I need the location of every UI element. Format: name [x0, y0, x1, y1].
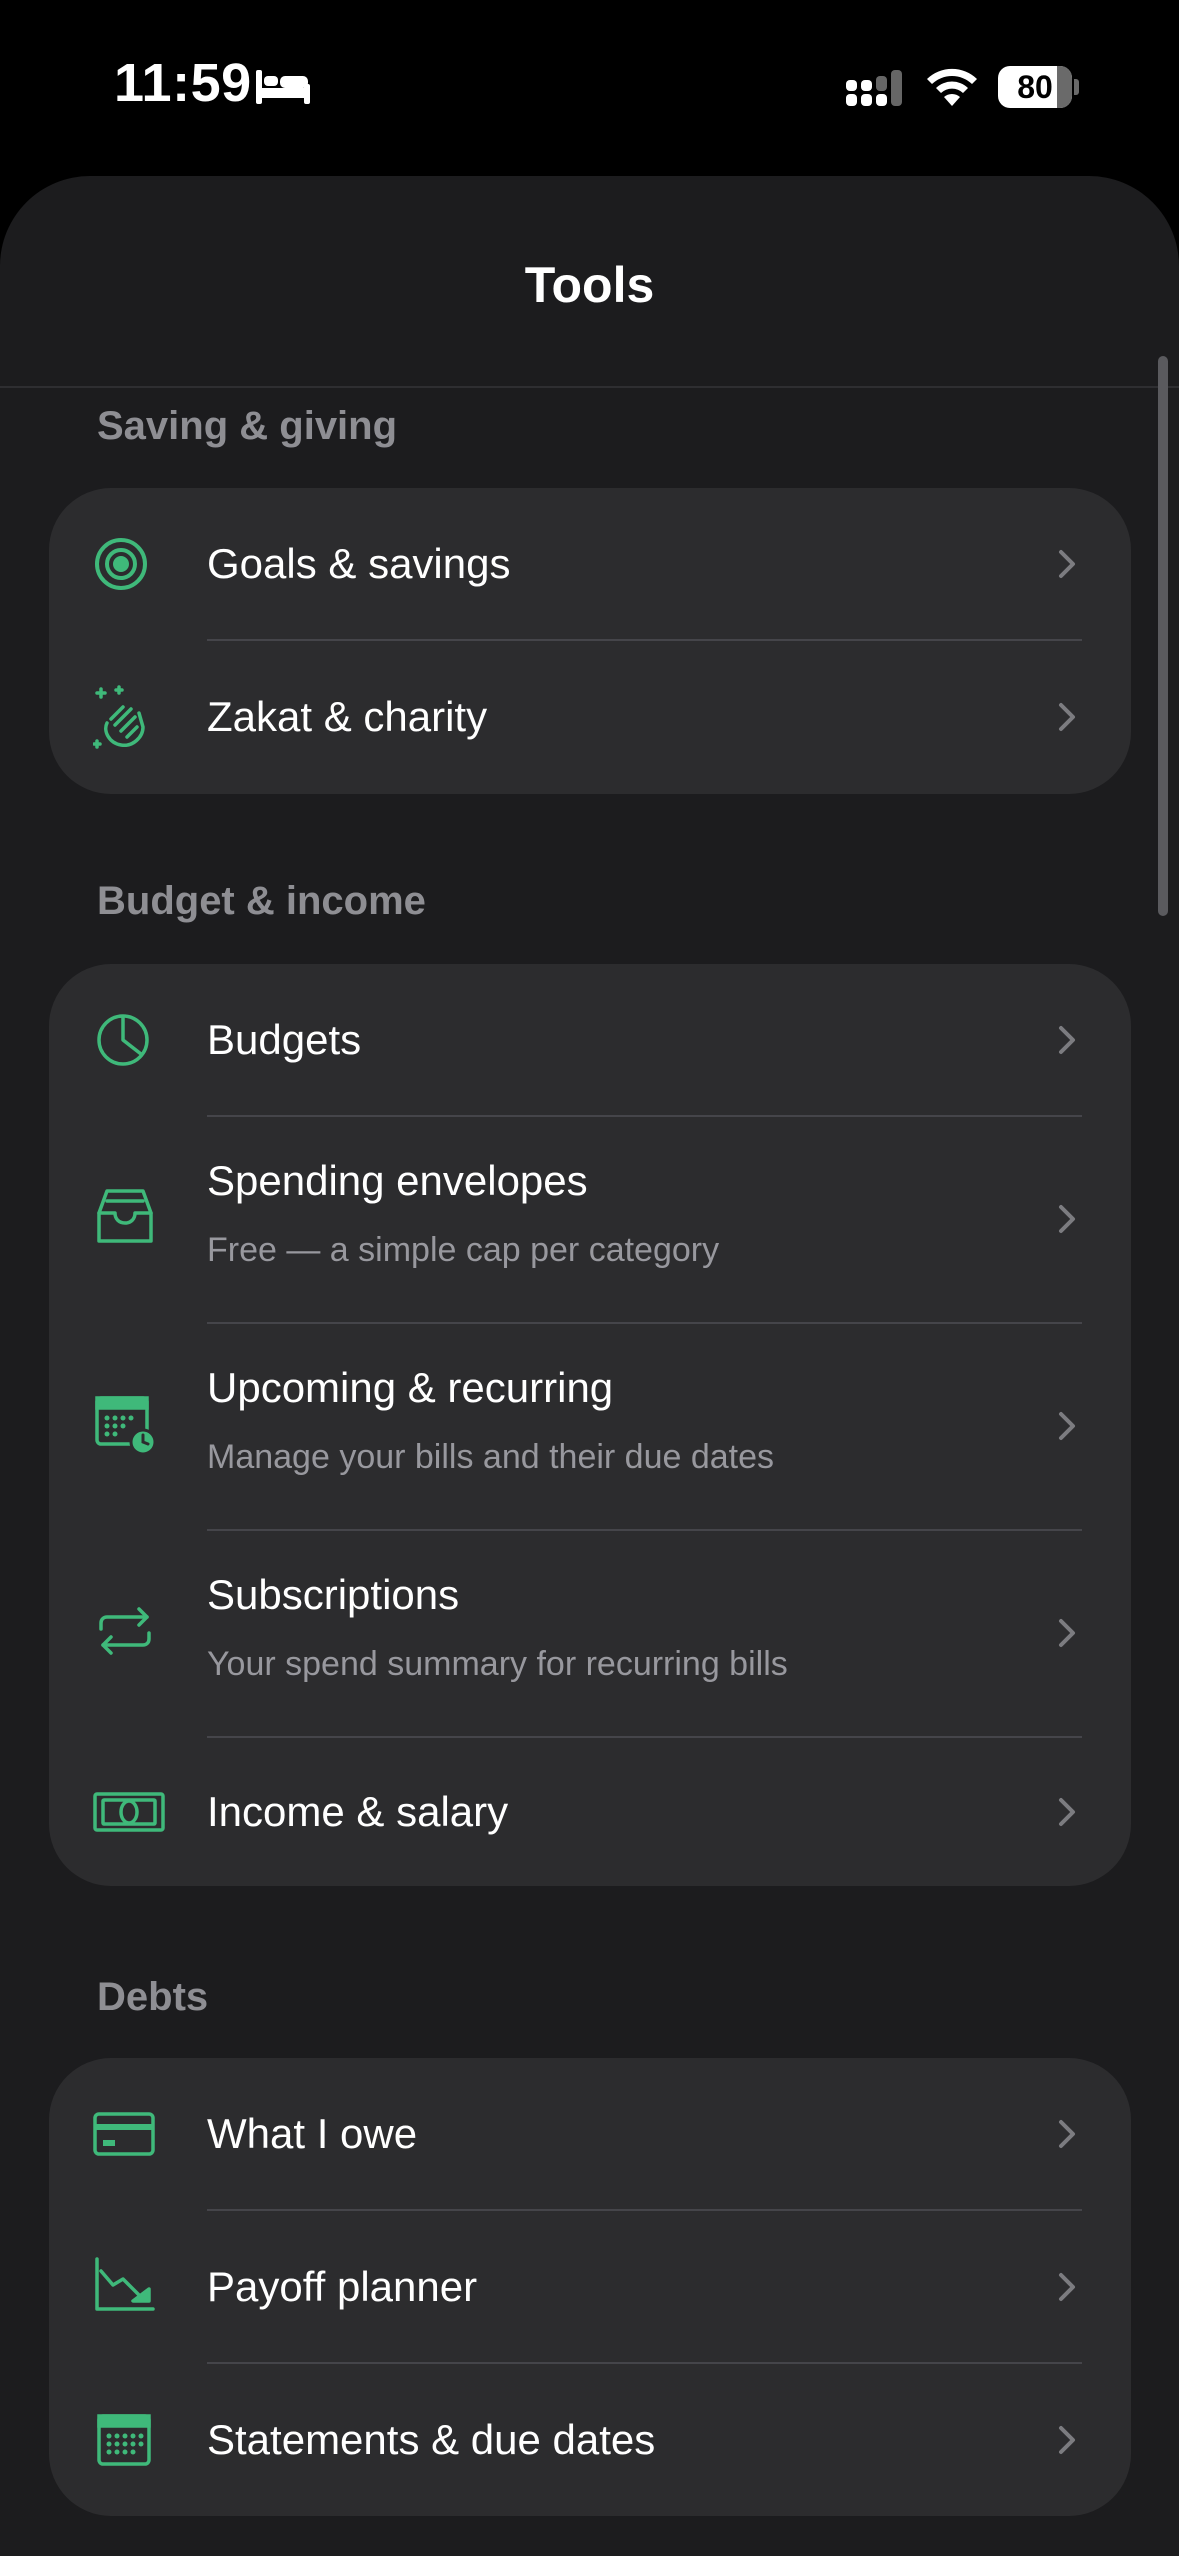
chevron-right-icon: [1051, 1613, 1081, 1653]
row-title: Subscriptions: [207, 1571, 460, 1618]
calendar-icon: [93, 2408, 157, 2472]
section-title-saving-giving: Saving & giving: [97, 404, 398, 448]
status-time: 11:59: [114, 53, 252, 113]
chevron-right-icon: [1051, 1406, 1081, 1446]
chevron-right-icon: [1051, 1792, 1081, 1832]
clapping-hands-icon: [93, 685, 157, 749]
row-subtitle: Manage your bills and their due dates: [207, 1438, 775, 1476]
row-subtitle: Free — a simple cap per category: [207, 1231, 720, 1269]
card-saving-giving: Goals & savings Zakat & charity: [49, 488, 1131, 794]
row-what-i-owe[interactable]: What I owe: [49, 2058, 1131, 2210]
target-icon: [93, 532, 157, 596]
tools-screen: 11:59 80 Tools Saving & giving Goals & s…: [0, 0, 1179, 2556]
pie-chart-icon: [93, 1008, 157, 1072]
row-title: Income & salary: [207, 1788, 509, 1835]
row-title: Statements & due dates: [207, 2416, 656, 2463]
section-title-budget-income: Budget & income: [97, 879, 426, 923]
row-goals-savings[interactable]: Goals & savings: [49, 488, 1131, 640]
banknote-icon: [93, 1780, 165, 1844]
repeat-icon: [93, 1599, 157, 1663]
wifi-icon: [924, 64, 980, 108]
chevron-right-icon: [1051, 2267, 1081, 2307]
chevron-right-icon: [1051, 2420, 1081, 2460]
chevron-right-icon: [1051, 2114, 1081, 2154]
row-zakat-charity[interactable]: Zakat & charity: [49, 641, 1131, 794]
scrollbar[interactable]: [1158, 356, 1168, 916]
battery-body: 80: [998, 66, 1072, 108]
row-title: Upcoming & recurring: [207, 1364, 614, 1411]
row-income-salary[interactable]: Income & salary: [49, 1738, 1131, 1886]
row-subtitle: Your spend summary for recurring bills: [207, 1645, 788, 1683]
chevron-right-icon: [1051, 697, 1081, 737]
row-statements-due-dates[interactable]: Statements & due dates: [49, 2364, 1131, 2516]
row-title: Zakat & charity: [207, 693, 488, 740]
row-title: Goals & savings: [207, 540, 511, 587]
status-bar: 11:59 80: [0, 0, 1179, 170]
page-title: Tools: [524, 257, 655, 313]
chevron-right-icon: [1051, 544, 1081, 584]
chart-down-icon: [93, 2253, 157, 2317]
cellular-signal-icon: [844, 68, 906, 108]
chevron-right-icon: [1051, 1199, 1081, 1239]
row-title: Payoff planner: [207, 2263, 478, 2310]
battery-level: 80: [1017, 69, 1053, 105]
row-budgets[interactable]: Budgets: [49, 964, 1131, 1116]
row-title: Spending envelopes: [207, 1157, 588, 1204]
battery-cap: [1074, 79, 1079, 95]
tools-sheet: Tools Saving & giving Goals & savings Za…: [0, 176, 1179, 2556]
section-title-debts: Debts: [97, 1975, 209, 2019]
chevron-right-icon: [1051, 1020, 1081, 1060]
row-title: What I owe: [207, 2110, 418, 2157]
row-spending-envelopes[interactable]: Spending envelopes Free — a simple cap p…: [49, 1117, 1131, 1323]
inbox-icon: [93, 1185, 157, 1249]
sleep-focus-icon: [254, 66, 312, 106]
battery-indicator: 80: [998, 66, 1079, 108]
row-upcoming-recurring[interactable]: Upcoming & recurring Manage your bills a…: [49, 1324, 1131, 1530]
row-subscriptions[interactable]: Subscriptions Your spend summary for rec…: [49, 1531, 1131, 1737]
sheet-header: Tools: [0, 176, 1179, 388]
credit-card-icon: [93, 2102, 157, 2166]
card-debts: What I owe Payoff planner Statements & d…: [49, 2058, 1131, 2516]
row-payoff-planner[interactable]: Payoff planner: [49, 2211, 1131, 2363]
calendar-clock-icon: [93, 1392, 157, 1456]
row-title: Budgets: [207, 1016, 362, 1063]
card-budget-income: Budgets Spending envelopes Free — a simp…: [49, 964, 1131, 1886]
